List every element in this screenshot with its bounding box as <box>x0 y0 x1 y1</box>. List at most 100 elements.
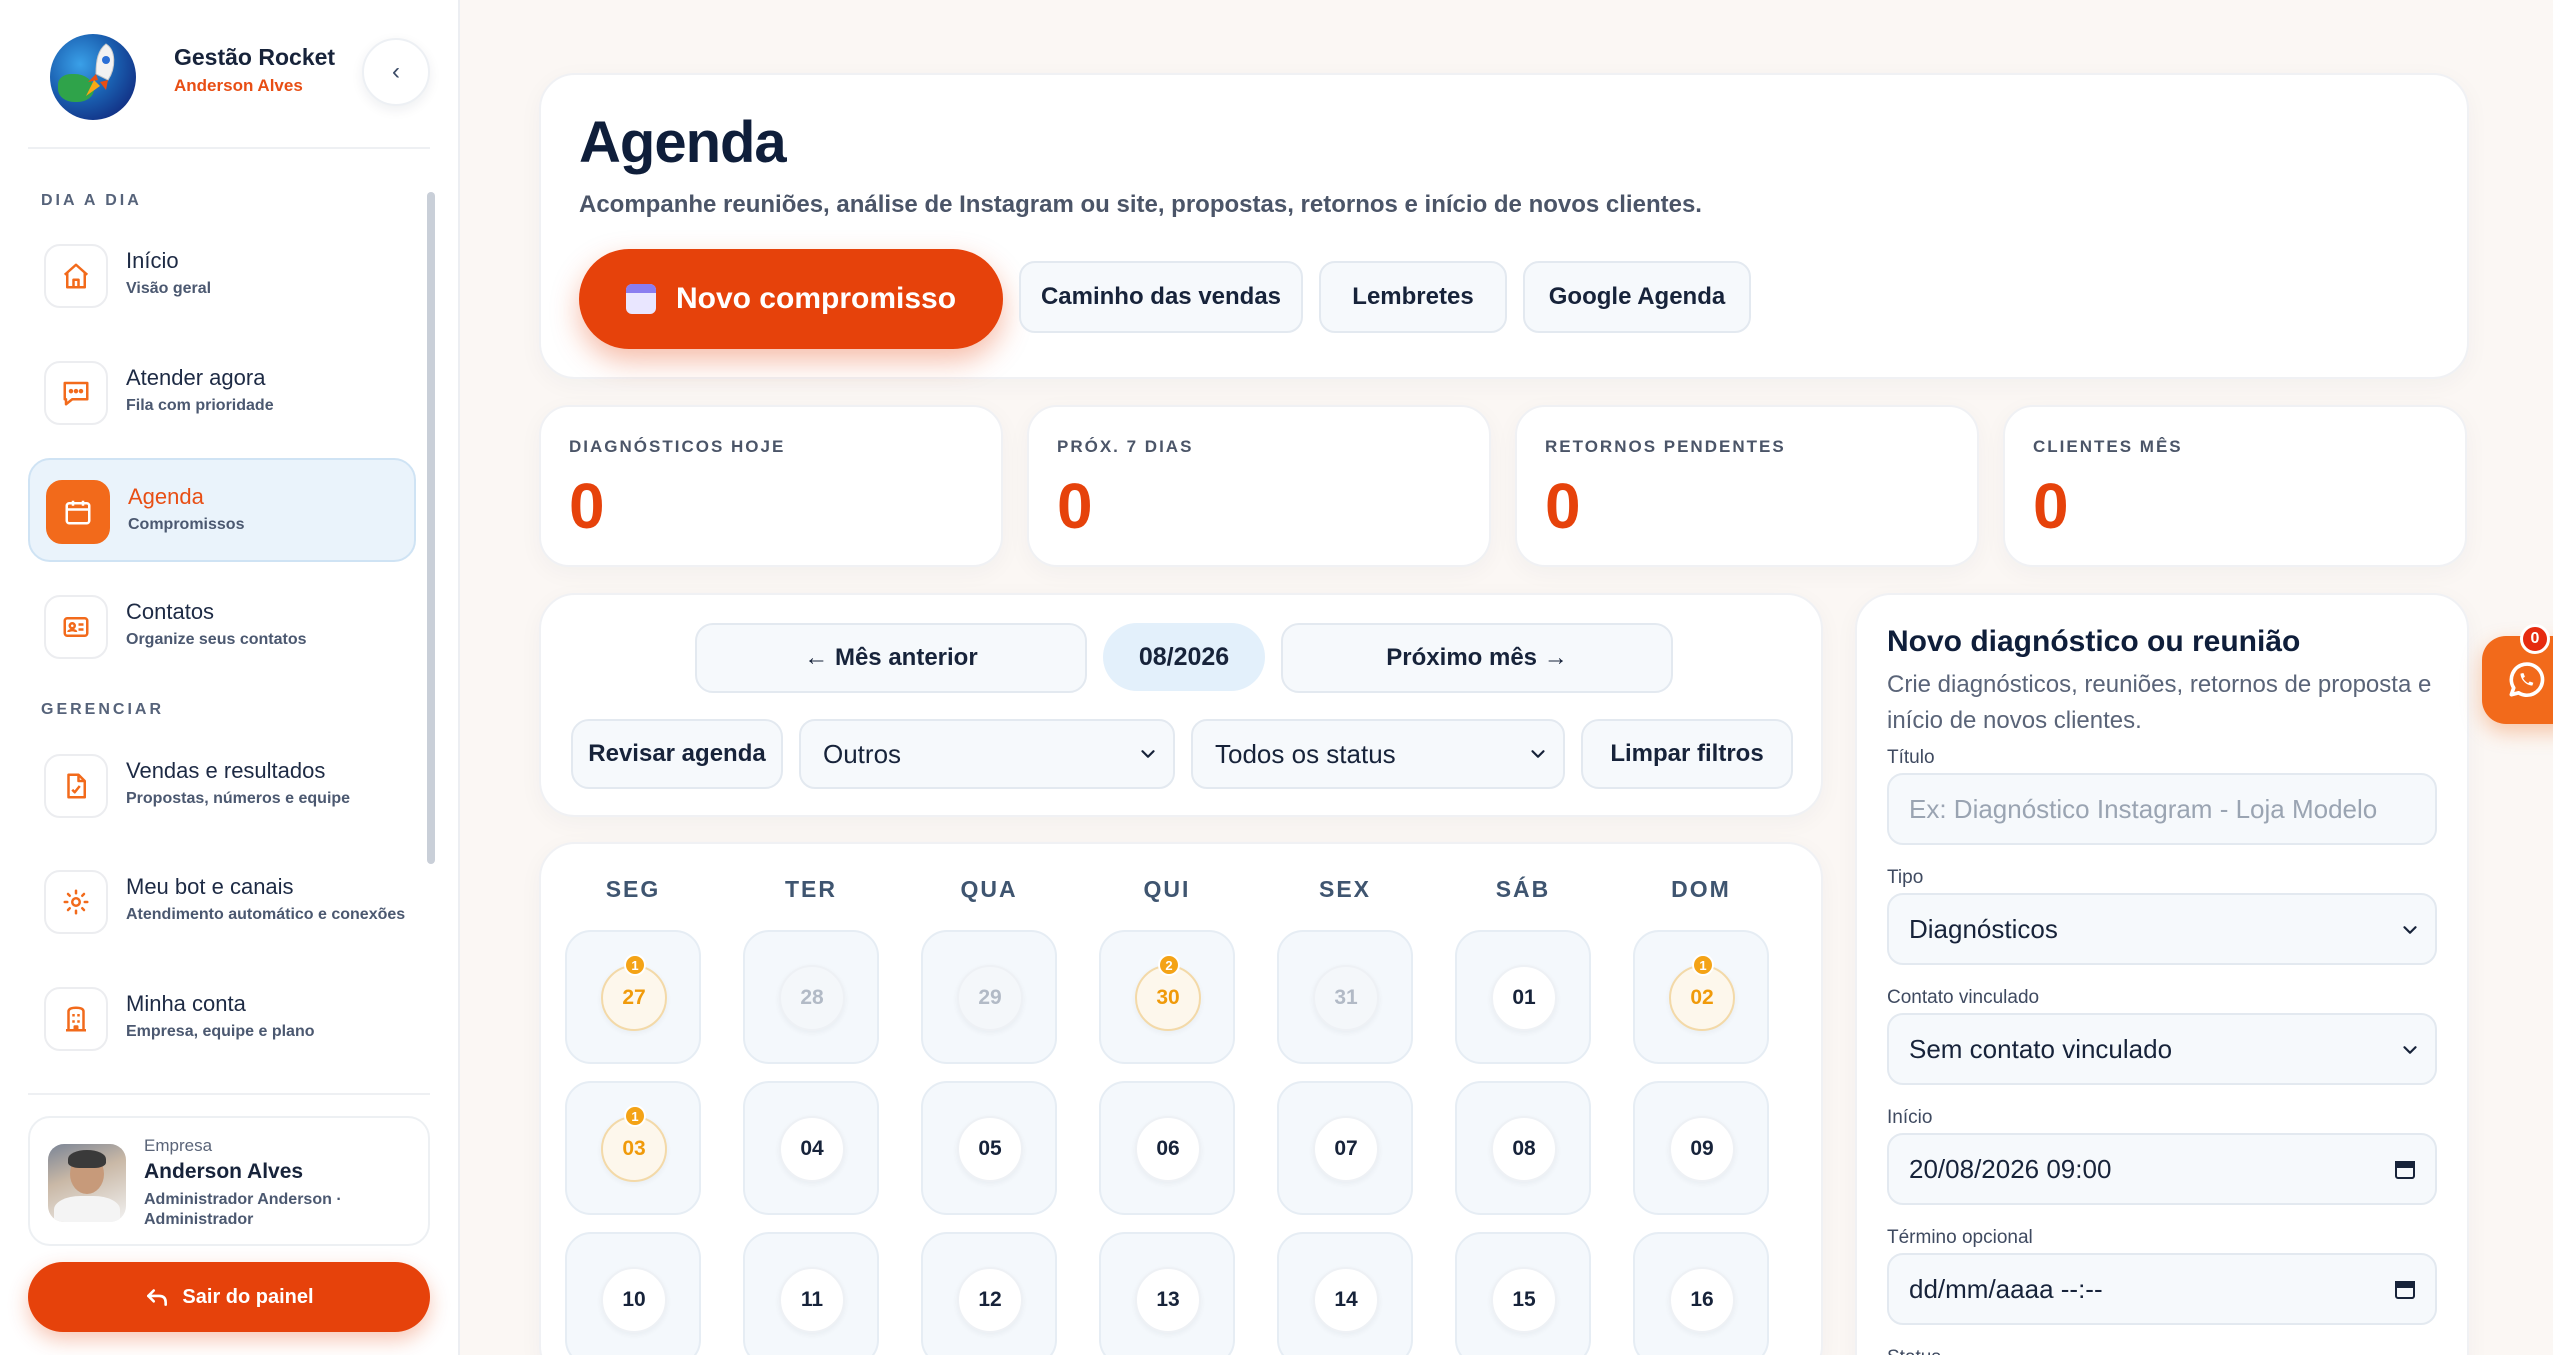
calendar-day[interactable]: 11 <box>743 1232 879 1355</box>
new-appointment-button[interactable]: Novo compromisso <box>579 249 1003 349</box>
calendar-day[interactable]: 09 <box>1633 1081 1769 1215</box>
logout-label: Sair do painel <box>182 1285 314 1308</box>
collapse-sidebar-button[interactable]: ‹ <box>362 38 430 106</box>
day-number: 11 <box>779 1267 845 1333</box>
day-number: 01 <box>1491 965 1557 1031</box>
calendar-icon[interactable] <box>2393 1277 2417 1301</box>
calendar-day[interactable]: 27 1 <box>565 930 701 1064</box>
sidebar-item-inicio[interactable]: Início Visão geral <box>28 224 416 328</box>
document-icon <box>44 754 108 818</box>
status-label: Status <box>1887 1347 1941 1355</box>
event-count-badge: 1 <box>624 954 646 976</box>
calendar-day[interactable]: 12 <box>921 1232 1057 1355</box>
event-count-badge: 1 <box>1692 954 1714 976</box>
page-title: Agenda <box>579 110 787 175</box>
reminders-button[interactable]: Lembretes <box>1319 261 1507 333</box>
day-number: 09 <box>1669 1116 1735 1182</box>
start-datetime-input[interactable]: 20/08/2026 09:00 <box>1887 1133 2437 1205</box>
calendar-day[interactable]: 04 <box>743 1081 879 1215</box>
stat-card-next-7-days: PRÓX. 7 DIAS 0 <box>1027 405 1491 567</box>
sidebar-item-subtitle: Empresa, equipe e plano <box>126 1023 315 1040</box>
logout-button[interactable]: Sair do painel <box>28 1262 430 1332</box>
sidebar-item-title: Agenda <box>128 484 204 509</box>
calendar-day[interactable]: 05 <box>921 1081 1057 1215</box>
calendar-day[interactable]: 03 1 <box>565 1081 701 1215</box>
calendar-day[interactable]: 16 <box>1633 1232 1769 1355</box>
weekday-header: QUA <box>960 876 1018 902</box>
sidebar-item-minha-conta[interactable]: Minha conta Empresa, equipe e plano <box>28 967 416 1071</box>
stat-label: RETORNOS PENDENTES <box>1545 437 1786 456</box>
review-agenda-button[interactable]: Revisar agenda <box>571 719 783 789</box>
prev-month-button[interactable]: ← Mês anterior <box>695 623 1087 693</box>
calendar-day[interactable]: 06 <box>1099 1081 1235 1215</box>
stat-label: CLIENTES MÊS <box>2033 437 2183 456</box>
brand-user: Anderson Alves <box>174 76 303 95</box>
profile-card[interactable]: Empresa Anderson Alves Administrador And… <box>28 1116 430 1246</box>
sidebar-item-bot-canais[interactable]: Meu bot e canais Atendimento automático … <box>28 850 416 954</box>
sidebar-item-agenda[interactable]: Agenda Compromissos <box>28 458 416 562</box>
calendar-day[interactable]: 31 <box>1277 930 1413 1064</box>
logout-icon <box>147 1289 168 1306</box>
calendar-icon[interactable] <box>2393 1157 2417 1181</box>
sidebar-item-subtitle: Organize seus contatos <box>126 631 307 648</box>
sales-path-button[interactable]: Caminho das vendas <box>1019 261 1303 333</box>
home-icon <box>44 244 108 308</box>
calendar-day[interactable]: 13 <box>1099 1232 1235 1355</box>
sidebar-item-atender-agora[interactable]: Atender agora Fila com prioridade <box>28 341 416 445</box>
sidebar-item-subtitle: Fila com prioridade <box>126 397 274 414</box>
day-number: 14 <box>1313 1267 1379 1333</box>
divider <box>28 1093 430 1095</box>
weekday-header: SEG <box>605 876 661 902</box>
calendar-day[interactable]: 29 <box>921 930 1057 1064</box>
type-value: Diagnósticos <box>1909 913 2058 944</box>
chevron-left-icon: ‹ <box>392 58 400 85</box>
title-placeholder: Ex: Diagnóstico Instagram - Loja Modelo <box>1909 793 2378 824</box>
calendar-card: SEG TER QUA QUI SEX SÁB DOM 27 1 28 29 30 2 31 01 02 1 03… <box>539 842 1823 1355</box>
stat-value: 0 <box>1545 470 1581 542</box>
weekday-header: TER <box>785 876 837 902</box>
filter-card: ← Mês anterior 08/2026 Próximo mês → Rev… <box>539 593 1823 817</box>
calendar-day[interactable]: 10 <box>565 1232 701 1355</box>
type-select[interactable]: Diagnósticos <box>1887 893 2437 965</box>
sidebar-scrollbar[interactable] <box>427 192 435 864</box>
sidebar-item-vendas[interactable]: Vendas e resultados Propostas, números e… <box>28 734 416 838</box>
profile-label: Empresa <box>144 1136 213 1155</box>
sidebar-item-subtitle: Compromissos <box>128 516 245 533</box>
calendar-day[interactable]: 08 <box>1455 1081 1591 1215</box>
calendar-day[interactable]: 07 <box>1277 1081 1413 1215</box>
weekday-header: SEX <box>1318 876 1372 902</box>
clear-filters-button[interactable]: Limpar filtros <box>1581 719 1793 789</box>
building-icon <box>44 987 108 1051</box>
chevron-down-icon <box>2403 1046 2417 1054</box>
end-datetime-input[interactable]: dd/mm/aaaa --:-- <box>1887 1253 2437 1325</box>
status-filter-select[interactable]: Todos os status <box>1191 719 1565 789</box>
header-card: Agenda Acompanhe reuniões, análise de In… <box>539 73 2469 379</box>
day-number: 31 <box>1313 965 1379 1031</box>
chevron-down-icon <box>1531 750 1545 758</box>
calendar-day[interactable]: 30 2 <box>1099 930 1235 1064</box>
type-filter-select[interactable]: Outros <box>799 719 1175 789</box>
sidebar-item-contatos[interactable]: Contatos Organize seus contatos <box>28 575 416 679</box>
title-label: Título <box>1887 747 1935 768</box>
title-input[interactable]: Ex: Diagnóstico Instagram - Loja Modelo <box>1887 773 2437 845</box>
stat-card-clients-month: CLIENTES MÊS 0 <box>2003 405 2467 567</box>
stat-value: 0 <box>1057 470 1093 542</box>
google-calendar-button[interactable]: Google Agenda <box>1523 261 1751 333</box>
rocket-logo-icon <box>50 34 136 120</box>
sidebar-item-title: Início <box>126 248 179 273</box>
calendar-day[interactable]: 28 <box>743 930 879 1064</box>
whatsapp-float-button[interactable]: 0 <box>2482 624 2553 724</box>
next-month-button[interactable]: Próximo mês → <box>1281 623 1673 693</box>
contact-select[interactable]: Sem contato vinculado <box>1887 1013 2437 1085</box>
profile-name: Anderson Alves <box>144 1160 304 1183</box>
contact-label: Contato vinculado <box>1887 987 2040 1008</box>
calendar-day[interactable]: 15 <box>1455 1232 1591 1355</box>
chat-icon <box>44 361 108 425</box>
calendar-day[interactable]: 14 <box>1277 1232 1413 1355</box>
sidebar-item-title: Minha conta <box>126 991 246 1016</box>
sidebar: Gestão Rocket Anderson Alves ‹ DIA A DIA… <box>0 0 460 1355</box>
contact-card-icon <box>44 595 108 659</box>
calendar-day[interactable]: 01 <box>1455 930 1591 1064</box>
calendar-day[interactable]: 02 1 <box>1633 930 1769 1064</box>
day-number: 15 <box>1491 1267 1557 1333</box>
